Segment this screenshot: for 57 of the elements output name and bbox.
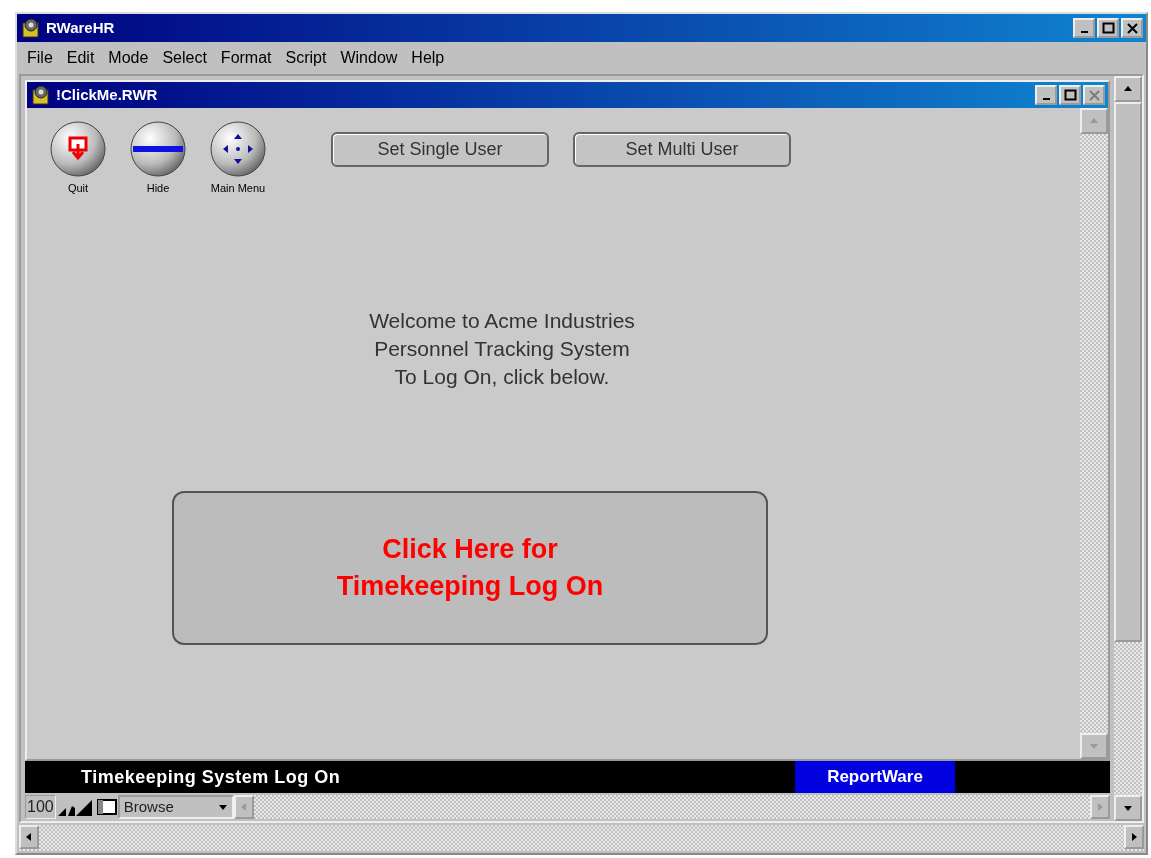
- maximize-icon: [1100, 21, 1116, 35]
- close-icon: [1086, 88, 1102, 102]
- menu-item[interactable]: Edit: [60, 44, 101, 72]
- button-label: Hide: [146, 181, 170, 196]
- welcome-text: Welcome to Acme Industries: [368, 307, 636, 334]
- icon-button[interactable]: Quit: [47, 120, 109, 197]
- scroll-right-button[interactable]: [1124, 825, 1144, 849]
- welcome-text: Personnel Tracking System: [373, 335, 631, 362]
- maximize-button[interactable]: [1097, 18, 1119, 38]
- left-arrow-icon: [24, 832, 34, 842]
- minimize-icon: [1080, 31, 1088, 33]
- document-title: !ClickMe.RWR: [56, 84, 158, 105]
- zoom-field[interactable]: 100: [25, 795, 56, 819]
- page-view-icon: [95, 797, 118, 817]
- brand-label: ReportWare: [795, 761, 955, 793]
- minimize-button[interactable]: [1035, 85, 1057, 105]
- right-arrow-icon: [1095, 802, 1105, 812]
- menu-item[interactable]: Help: [405, 44, 451, 72]
- right-arrow-icon: [1129, 832, 1139, 842]
- dropdown-arrow-icon: [217, 803, 228, 811]
- scroll-thumb[interactable]: [1114, 102, 1142, 642]
- app-icon: [20, 17, 42, 39]
- main-menu-icon: [209, 120, 267, 178]
- horizontal-scrollbar[interactable]: [19, 825, 1144, 851]
- scroll-down-button[interactable]: [1080, 733, 1108, 759]
- close-button[interactable]: [1121, 18, 1143, 38]
- menu-item[interactable]: Format: [214, 44, 278, 72]
- button-label: Quit: [67, 181, 89, 196]
- vertical-scrollbar[interactable]: [1080, 108, 1108, 759]
- close-icon: [1124, 21, 1140, 35]
- maximize-icon: [1062, 88, 1078, 102]
- mode-dropdown[interactable]: Browse: [117, 795, 234, 819]
- window-title: RWareHR: [46, 17, 115, 38]
- welcome-text: To Log On, click below.: [393, 363, 611, 390]
- mode-button[interactable]: Set Multi User: [573, 132, 791, 167]
- minimize-button[interactable]: [1073, 18, 1095, 38]
- maximize-button[interactable]: [1059, 85, 1081, 105]
- up-arrow-icon: [1123, 84, 1133, 94]
- menu-item[interactable]: Window: [334, 44, 404, 72]
- icon-button[interactable]: Main Menu: [207, 120, 269, 197]
- quit-icon: [49, 120, 107, 178]
- icon-button[interactable]: Hide: [127, 120, 189, 197]
- button-label: Main Menu: [210, 181, 266, 196]
- app-icon: [30, 84, 52, 106]
- minimize-icon: [1042, 98, 1050, 100]
- menu-item[interactable]: Select: [156, 44, 213, 72]
- scroll-left-button[interactable]: [19, 825, 39, 849]
- vertical-scrollbar[interactable]: [1114, 76, 1142, 821]
- down-arrow-icon: [1123, 803, 1133, 813]
- menu-item[interactable]: Script: [279, 44, 333, 72]
- mode-button[interactable]: Set Single User: [331, 132, 549, 167]
- hide-icon: [129, 120, 187, 178]
- up-arrow-icon: [1089, 116, 1099, 126]
- menu-item[interactable]: Mode: [102, 44, 155, 72]
- down-arrow-icon: [1089, 741, 1099, 751]
- status-title: Timekeeping System Log On: [81, 765, 341, 789]
- menu-item[interactable]: File: [21, 44, 59, 72]
